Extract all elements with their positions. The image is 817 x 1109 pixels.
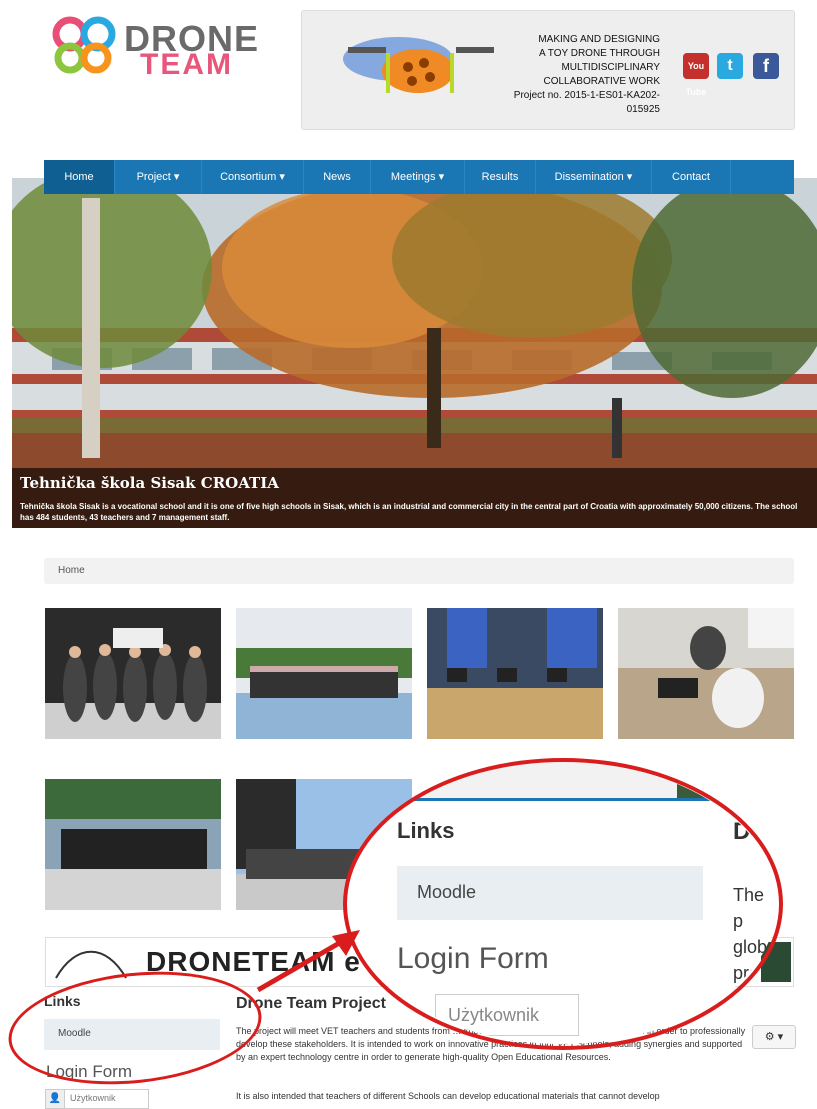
banner-line: MULTIDISCIPLINARY [561,62,660,73]
hero-title: Tehnička škola Sisak CROATIA [20,474,279,492]
gallery-photo[interactable] [45,779,221,910]
breadcrumb-home[interactable]: Home [58,565,85,576]
logo-text-team: TEAM [140,48,233,81]
header-banner: MAKING AND DESIGNING A TOY DRONE THROUGH… [301,10,795,130]
breadcrumb: Home [44,558,794,584]
gallery-photo[interactable] [236,608,412,739]
callout-arrow-icon [256,930,360,993]
username-field[interactable]: 👤 Użytkownik [45,1089,149,1109]
youtube-icon[interactable]: You Tube [683,53,709,97]
banner-text: MAKING AND DESIGNING A TOY DRONE THROUGH… [492,33,660,117]
logo[interactable]: DRONE TEAM [50,12,290,82]
banner-line: COLLABORATIVE WORK [543,76,660,87]
logo-swirl-icon [52,16,116,74]
gallery-photo[interactable] [427,608,603,739]
zoom-ring [343,758,783,1050]
drone-illustration [343,37,494,93]
main-navigation: Home Project ▾ Consortium ▾ News Meeting… [44,160,794,194]
nav-home[interactable]: Home [44,160,115,194]
nav-consortium[interactable]: Consortium ▾ [202,160,304,194]
nav-contact[interactable]: Contact [652,160,731,194]
username-placeholder: Użytkownik [70,1093,116,1103]
nav-dissemination[interactable]: Dissemination ▾ [536,160,652,194]
hero-caption: Tehnička škola Sisak CROATIA Tehnička šk… [12,468,817,528]
nav-meetings[interactable]: Meetings ▾ [371,160,465,194]
hero-description: Tehnička škola Sisak is a vocational sch… [20,502,798,522]
nav-project[interactable]: Project ▾ [115,160,202,194]
gallery-photo[interactable] [45,608,221,739]
project-number: Project no. 2015-1-ES01-KA202-015925 [513,90,660,115]
hero-slide: Tehnička škola Sisak CROATIA Tehnička šk… [12,178,817,528]
banner-line: A TOY DRONE THROUGH [539,48,660,59]
banner-line: MAKING AND DESIGNING [538,34,660,45]
facebook-icon[interactable]: f [753,53,779,79]
article-paragraph: It is also intended that teachers of dif… [236,1091,660,1101]
nav-results[interactable]: Results [465,160,536,194]
gallery-photo[interactable] [618,608,794,739]
twitter-icon[interactable]: t [717,53,743,79]
user-icon: 👤 [46,1090,65,1108]
nav-news[interactable]: News [304,160,371,194]
